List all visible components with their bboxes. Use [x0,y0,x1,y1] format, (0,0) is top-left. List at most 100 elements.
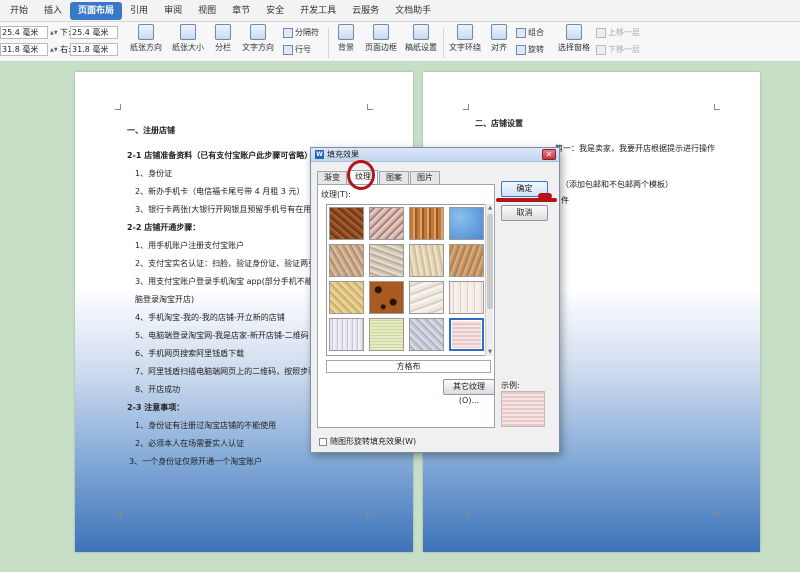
line-numbers-button[interactable]: 行号 [283,44,311,55]
texture-swatch[interactable] [369,318,404,351]
scroll-up-icon[interactable]: ▲ [486,204,494,212]
tab-view[interactable]: 视图 [190,2,224,20]
scrollbar-thumb[interactable] [487,214,493,309]
doc-line: 8、开店成功 [135,385,181,394]
text-wrap-button[interactable]: 文字环绕 [447,24,483,53]
margin-left-spinner[interactable]: ▲▼ [50,43,58,56]
tab-sections[interactable]: 章节 [224,2,258,20]
breaks-button[interactable]: 分隔符 [283,27,319,38]
crop-mark [714,512,720,518]
bring-forward-icon [596,27,606,38]
texture-swatch[interactable] [369,244,404,277]
cancel-button[interactable]: 取消 [501,205,548,221]
doc-line: 5、电脑端登录淘宝网-我是店家-新开店铺-二维码 [135,331,309,340]
tab-developer[interactable]: 开发工具 [292,2,344,20]
texture-swatch[interactable] [329,281,364,314]
doc-line: 3、银行卡两张(大银行开网银且预留手机号有在用 [135,205,312,214]
text-direction-button[interactable]: 文字方向 [240,24,276,53]
texture-scrollbar[interactable]: ▲ ▼ [485,204,493,356]
doc-line: 2、必须本人在场需要实人认证 [135,439,245,448]
texture-label: 纹理(T): [321,190,351,199]
margin-top-field[interactable]: 25.4 毫米 [0,26,48,39]
page-border-icon [373,24,389,40]
orientation-button[interactable]: 纸张方向 [128,24,164,53]
toolbar-divider [443,28,444,58]
tab-cloud[interactable]: 云服务 [344,2,387,20]
texture-panel: 纹理(T): ▲ ▼ 方格布 其它纹理(O)... [317,184,495,428]
fill-effects-dialog: W 填充效果 ✕ 渐变 纹理 图案 图片 纹理(T): ▲ ▼ 方格布 其它纹理… [310,147,560,453]
sample-label: 示例: [501,381,520,390]
rotate-button[interactable]: 旋转 [516,44,544,55]
rotate-with-shape-checkbox[interactable] [319,437,327,446]
background-icon [338,24,354,40]
doc-line: 4、手机淘宝-我的-我的店铺-开立新的店铺 [135,313,285,322]
doc-line: 2、新办手机卡（电信福卡尾号带 4 月租 3 元） [135,187,305,196]
columns-button[interactable]: 分栏 [210,24,236,53]
background-button[interactable]: 背景 [333,24,359,53]
texture-swatch[interactable] [449,244,484,277]
other-texture-button[interactable]: 其它纹理(O)... [443,379,495,405]
align-button[interactable]: 对齐 [486,24,512,53]
texture-swatch[interactable] [449,207,484,240]
doc-line: 脑登录淘宝开店) [135,295,195,304]
texture-swatch[interactable] [409,281,444,314]
doc-line: （添加包邮和不包邮两个模板） [561,180,673,189]
group-button[interactable]: 组合 [516,27,544,38]
texture-swatch[interactable] [369,207,404,240]
texture-swatch[interactable] [329,207,364,240]
crop-mark [714,104,720,110]
texture-swatch[interactable] [329,318,364,351]
texture-swatch[interactable] [409,207,444,240]
dialog-title-bar[interactable]: W 填充效果 ✕ [311,148,559,162]
doc-line: 1、身份证有注册过淘宝店铺的不能使用 [135,421,277,430]
doc-line: 3、一个身份证仅限开通一个淘宝账户 [129,457,263,466]
texture-swatch-selected[interactable] [449,318,484,351]
margin-top-spinner[interactable]: ▲▼ [50,26,58,39]
toolbar-divider [328,28,329,58]
margin-bottom-field[interactable]: 25.4 毫米 [70,26,118,39]
tab-start[interactable]: 开始 [2,2,36,20]
paper-settings-button[interactable]: 稿纸设置 [403,24,439,53]
selection-pane-button[interactable]: 选择窗格 [556,24,592,53]
texture-swatch[interactable] [369,281,404,314]
orientation-icon [138,24,154,40]
tab-review[interactable]: 审阅 [156,2,190,20]
tab-references[interactable]: 引用 [122,2,156,20]
crop-mark [463,104,469,110]
tab-page-layout[interactable]: 页面布局 [70,1,123,20]
send-backward-button[interactable]: 下移一层 [596,44,640,55]
breaks-icon [283,27,293,38]
tab-gradient[interactable]: 渐变 [317,171,347,184]
tab-doc-assistant[interactable]: 文档助手 [387,2,439,20]
paper-size-icon [180,24,196,40]
group-icon [516,27,526,38]
texture-swatch[interactable] [449,281,484,314]
margin-left-field[interactable]: 31.8 毫米 [0,43,48,56]
doc-subheading: 2-2 店铺开通步骤： [127,223,201,232]
text-direction-icon [250,24,266,40]
margin-right-field[interactable]: 31.8 毫米 [70,43,118,56]
ribbon-tab-bar: 开始 插入 页面布局 引用 审阅 视图 章节 安全 开发工具 云服务 文档助手 [0,0,800,22]
paper-size-button[interactable]: 纸张大小 [170,24,206,53]
tab-picture[interactable]: 图片 [410,171,440,184]
texture-swatch[interactable] [409,244,444,277]
doc-line: 6、手机网页搜索阿里钱盾下载 [135,349,245,358]
doc-line: 1、身份证 [135,169,173,178]
tab-pattern[interactable]: 图案 [379,171,409,184]
rotate-with-shape-option[interactable]: 随图形旋转填充效果(W) [319,436,416,447]
dialog-title: 填充效果 [327,150,359,159]
texture-swatch[interactable] [329,244,364,277]
tab-security[interactable]: 安全 [258,2,292,20]
bring-forward-button[interactable]: 上移一层 [596,27,640,38]
page-border-button[interactable]: 页面边框 [362,24,400,53]
texture-swatch[interactable] [409,318,444,351]
tab-insert[interactable]: 插入 [36,2,70,20]
doc-subheading: 2-1 店铺准备资料（已有支付宝账户此步骤可省略） [127,151,313,160]
dialog-tab-strip: 渐变 纹理 图案 图片 [317,170,441,185]
doc-line: 1、用手机账户注册支付宝账户 [135,241,245,250]
text-wrap-icon [457,24,473,40]
align-icon [491,24,507,40]
crop-mark [463,512,469,518]
scroll-down-icon[interactable]: ▼ [486,348,494,356]
close-button[interactable]: ✕ [542,149,556,160]
